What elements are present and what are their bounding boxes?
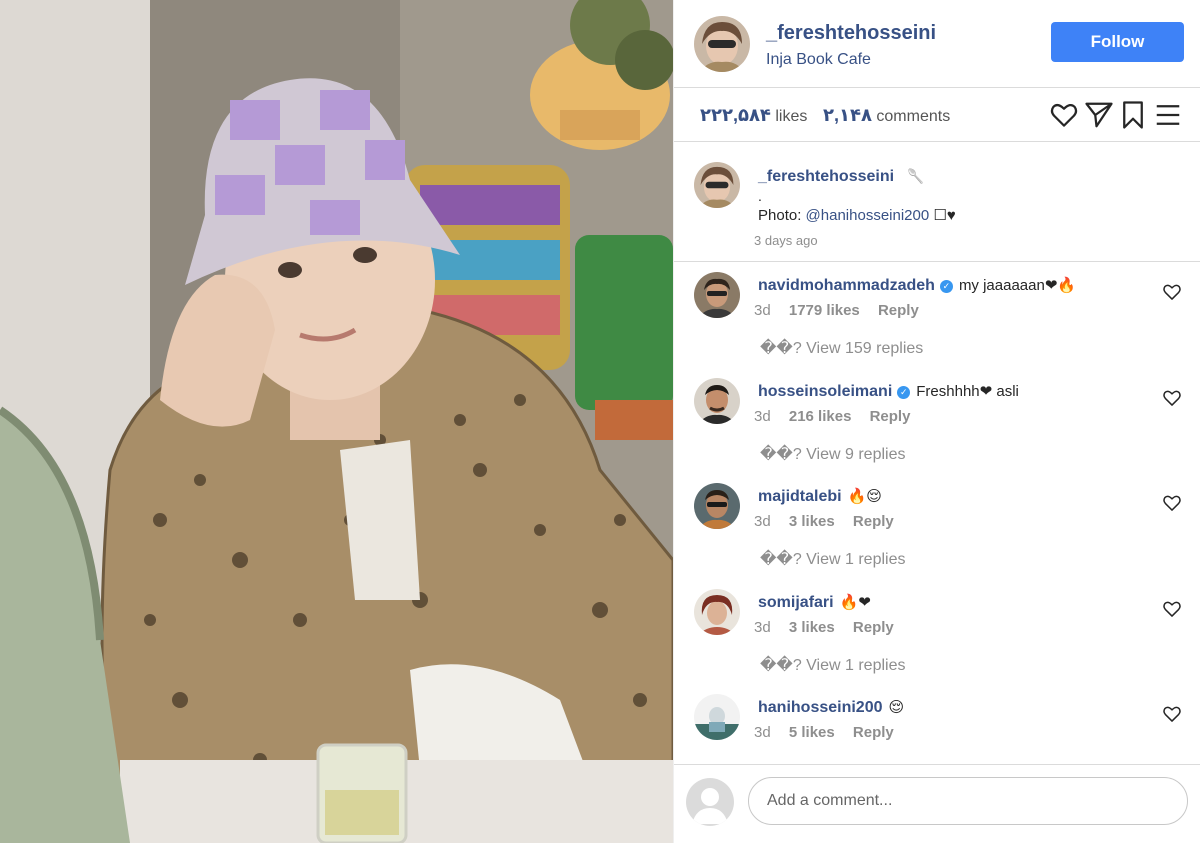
add-comment-input[interactable] bbox=[748, 777, 1188, 825]
post-location[interactable]: Inja Book Cafe bbox=[766, 51, 871, 69]
caption-timestamp: 3 days ago bbox=[754, 233, 818, 248]
verified-badge-icon: ✓ bbox=[897, 386, 911, 399]
comment-item: navidmohammadzadeh ✓ my jaaaaaan❤🔥 3d 1779… bbox=[674, 262, 1200, 368]
heart-icon[interactable] bbox=[1049, 100, 1079, 130]
comment-likes[interactable]: 1779 likes bbox=[789, 302, 860, 319]
commenter-avatar[interactable] bbox=[694, 483, 740, 529]
comments-count[interactable]: ۲,۱۴۸ comments bbox=[823, 105, 950, 126]
caption-avatar[interactable] bbox=[694, 162, 740, 208]
comment-item: somijafari 🔥❤ 3d 3 likes Reply ��? View 1… bbox=[674, 579, 1200, 685]
caption-photo-prefix: Photo: bbox=[758, 207, 802, 224]
view-replies-link[interactable]: ��? View 1 replies bbox=[760, 655, 905, 675]
likes-value: ۲۲۲,۵۸۴ bbox=[700, 105, 771, 125]
comment-likes[interactable]: 3 likes bbox=[789, 513, 835, 530]
reply-button[interactable]: Reply bbox=[853, 724, 894, 741]
author-avatar[interactable] bbox=[694, 16, 750, 72]
reply-button[interactable]: Reply bbox=[853, 513, 894, 530]
likes-count[interactable]: ۲۲۲,۵۸۴ likes bbox=[700, 105, 807, 126]
comments-label: comments bbox=[876, 108, 951, 125]
comment-meta: 3d 3 likes Reply bbox=[754, 619, 894, 636]
comment-time: 3d bbox=[754, 513, 771, 530]
post-side-panel: _fereshtehosseini Inja Book Cafe Follow … bbox=[673, 0, 1200, 843]
current-user-avatar-icon bbox=[686, 778, 734, 826]
comment-heart-icon[interactable] bbox=[1162, 704, 1182, 724]
post-photo bbox=[0, 0, 673, 843]
bookmark-icon[interactable] bbox=[1118, 100, 1148, 130]
add-comment-bar bbox=[674, 764, 1200, 843]
comment-username[interactable]: hosseinsoleimani ✓ Freshhhh❤ asli bbox=[758, 382, 1019, 401]
likes-label: likes bbox=[775, 108, 808, 125]
verified-badge-icon: ✓ bbox=[939, 280, 953, 293]
comment-item: majidtalebi 🔥😌 3d 3 likes Reply ��? View … bbox=[674, 473, 1200, 579]
comment-heart-icon[interactable] bbox=[1162, 282, 1182, 302]
caption-suffix: ☐♥ bbox=[933, 207, 956, 224]
comment-username-text: somijafari bbox=[758, 594, 834, 611]
caption-text: Photo: @hanihosseini200 ☐♥ bbox=[758, 206, 956, 224]
comment-likes[interactable]: 3 likes bbox=[789, 619, 835, 636]
comment-username-text: navidmohammadzadeh bbox=[758, 277, 935, 294]
comment-meta: 3d 1779 likes Reply bbox=[754, 302, 919, 319]
send-icon[interactable] bbox=[1084, 100, 1114, 130]
comments-list[interactable]: navidmohammadzadeh ✓ my jaaaaaan❤🔥 3d 1779… bbox=[674, 262, 1200, 764]
post-caption: _fereshtehosseini 🥄 . Photo: @hanihossei… bbox=[674, 142, 1200, 262]
comment-username-text: majidtalebi bbox=[758, 488, 842, 505]
post-stats-bar: ۲۲۲,۵۸۴ likes ۲,۱۴۸ comments bbox=[674, 88, 1200, 142]
comment-heart-icon[interactable] bbox=[1162, 493, 1182, 513]
comment-likes[interactable]: 216 likes bbox=[789, 408, 852, 425]
post-photo-illustration bbox=[0, 0, 673, 843]
post-header: _fereshtehosseini Inja Book Cafe Follow bbox=[674, 0, 1200, 88]
comment-text: 🔥❤ bbox=[839, 594, 871, 611]
comment-username-text: hanihosseini200 bbox=[758, 699, 883, 716]
hamburger-menu-icon[interactable] bbox=[1153, 100, 1183, 130]
comment-item: hanihosseini200 😌 3d 5 likes Reply bbox=[674, 684, 1200, 764]
author-username[interactable]: _fereshtehosseini bbox=[766, 22, 936, 45]
commenter-avatar[interactable] bbox=[694, 694, 740, 740]
comment-heart-icon[interactable] bbox=[1162, 388, 1182, 408]
comment-meta: 3d 216 likes Reply bbox=[754, 408, 910, 425]
comment-time: 3d bbox=[754, 302, 771, 319]
comment-likes[interactable]: 5 likes bbox=[789, 724, 835, 741]
commenter-avatar[interactable] bbox=[694, 589, 740, 635]
caption-emoji: 🥄 bbox=[907, 168, 925, 184]
caption-username[interactable]: _fereshtehosseini bbox=[758, 168, 894, 186]
comment-time: 3d bbox=[754, 724, 771, 741]
comment-meta: 3d 3 likes Reply bbox=[754, 513, 894, 530]
comment-time: 3d bbox=[754, 408, 771, 425]
view-replies-link[interactable]: ��? View 9 replies bbox=[760, 444, 905, 464]
comment-text: Freshhhh❤ asli bbox=[916, 383, 1019, 400]
view-replies-link[interactable]: ��? View 159 replies bbox=[760, 338, 923, 358]
comment-username-text: hosseinsoleimani bbox=[758, 383, 893, 400]
comment-text: my jaaaaaan❤🔥 bbox=[958, 277, 1077, 294]
view-replies-link[interactable]: ��? View 1 replies bbox=[760, 549, 905, 569]
comment-meta: 3d 5 likes Reply bbox=[754, 724, 894, 741]
caption-mention-link[interactable]: @hanihosseini200 bbox=[806, 207, 930, 224]
commenter-avatar[interactable] bbox=[694, 378, 740, 424]
follow-button[interactable]: Follow bbox=[1051, 22, 1184, 62]
comment-time: 3d bbox=[754, 619, 771, 636]
reply-button[interactable]: Reply bbox=[853, 619, 894, 636]
comment-text: 😌 bbox=[888, 699, 905, 716]
comment-username[interactable]: somijafari 🔥❤ bbox=[758, 593, 871, 612]
comment-text: 🔥😌 bbox=[847, 488, 882, 505]
reply-button[interactable]: Reply bbox=[870, 408, 911, 425]
reply-button[interactable]: Reply bbox=[878, 302, 919, 319]
comment-username[interactable]: majidtalebi 🔥😌 bbox=[758, 487, 882, 506]
comment-username[interactable]: navidmohammadzadeh ✓ my jaaaaaan❤🔥 bbox=[758, 276, 1076, 295]
comment-heart-icon[interactable] bbox=[1162, 599, 1182, 619]
commenter-avatar[interactable] bbox=[694, 272, 740, 318]
comments-value: ۲,۱۴۸ bbox=[823, 105, 872, 125]
comment-username[interactable]: hanihosseini200 😌 bbox=[758, 698, 904, 717]
comment-item: hosseinsoleimani ✓ Freshhhh❤ asli 3d 216 l… bbox=[674, 368, 1200, 474]
caption-line: . bbox=[758, 188, 762, 204]
